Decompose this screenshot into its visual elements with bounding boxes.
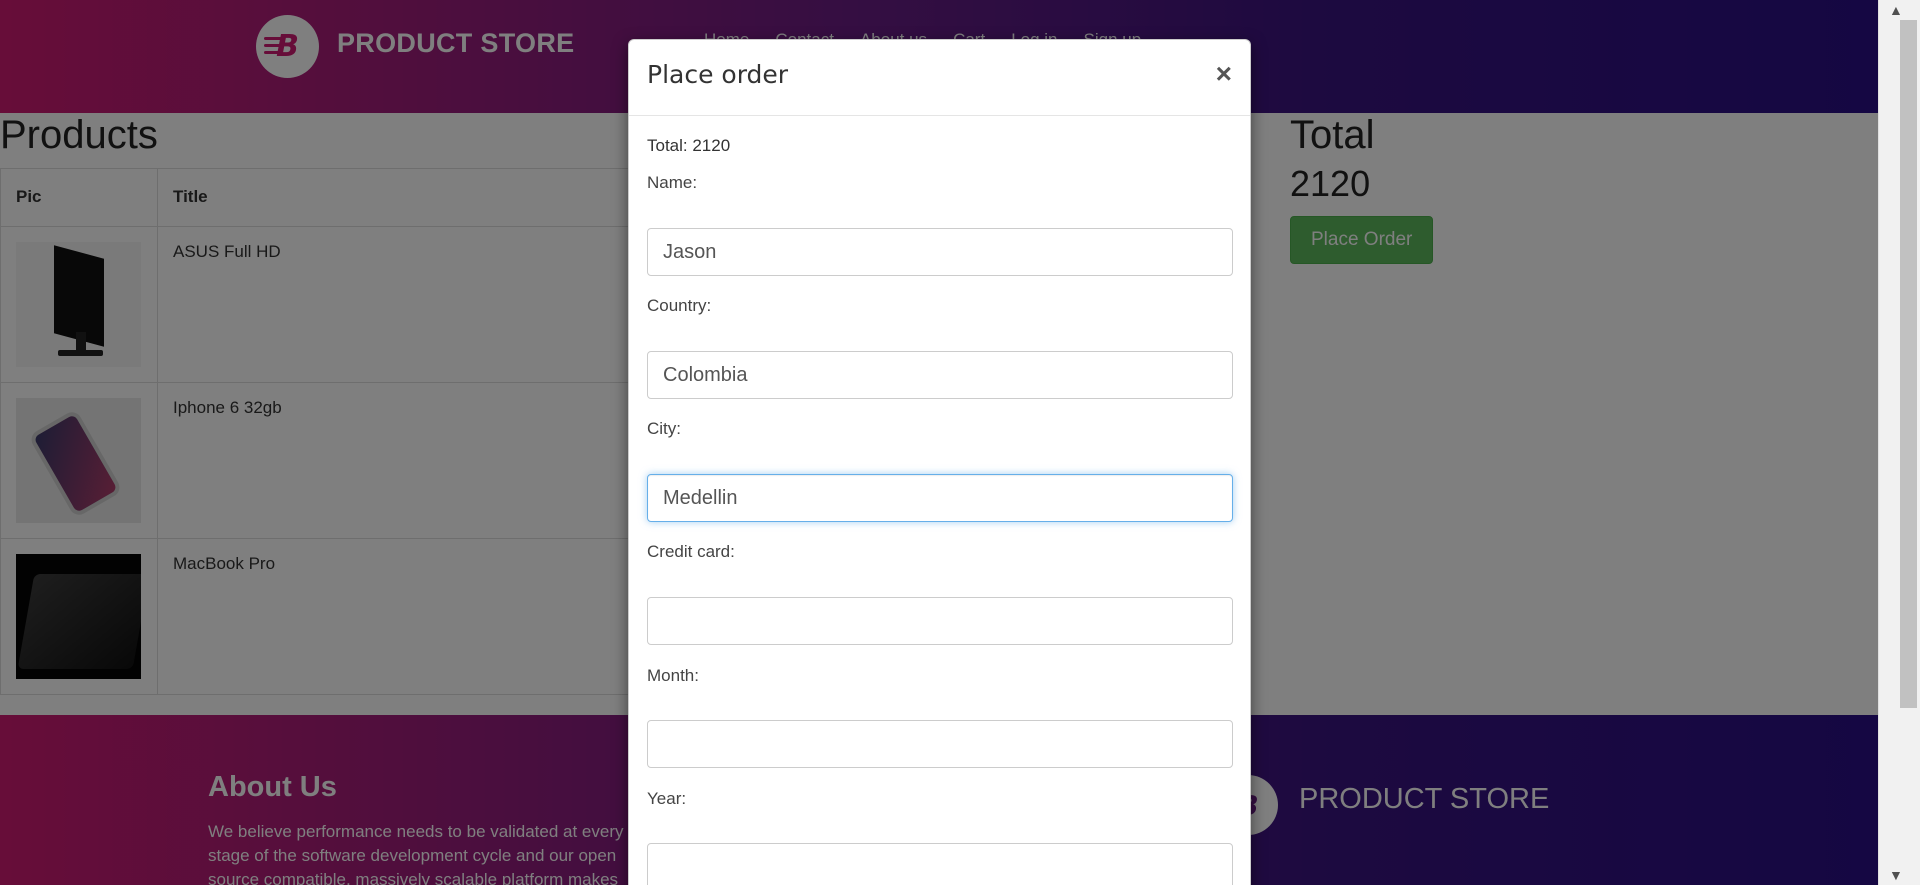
page: B PRODUCT STORE Home Contact About us Ca…: [0, 0, 1878, 885]
credit-card-label: Credit card:: [647, 542, 735, 561]
scroll-up-icon[interactable]: ▲: [1889, 2, 1903, 18]
year-field[interactable]: [647, 843, 1233, 885]
scroll-thumb[interactable]: [1900, 20, 1917, 708]
name-field[interactable]: [647, 228, 1233, 276]
country-field[interactable]: [647, 351, 1233, 399]
name-label: Name:: [647, 173, 698, 192]
scroll-down-icon[interactable]: ▼: [1889, 867, 1903, 883]
month-label: Month:: [647, 666, 699, 685]
country-label: Country:: [647, 296, 712, 315]
year-label: Year:: [647, 789, 687, 808]
modal-header: Place order ×: [629, 40, 1250, 116]
month-field[interactable]: [647, 720, 1233, 768]
city-label: City:: [647, 419, 681, 438]
page-scrollbar[interactable]: ▲ ▼: [1878, 0, 1920, 885]
modal-title: Place order: [647, 60, 789, 89]
order-total-text: Total: 2120: [647, 136, 731, 155]
city-field[interactable]: [647, 474, 1233, 522]
place-order-modal: Place order × Total: 2120 Name: Country:…: [628, 39, 1251, 885]
credit-card-field[interactable]: [647, 597, 1233, 645]
close-icon[interactable]: ×: [1216, 60, 1232, 88]
